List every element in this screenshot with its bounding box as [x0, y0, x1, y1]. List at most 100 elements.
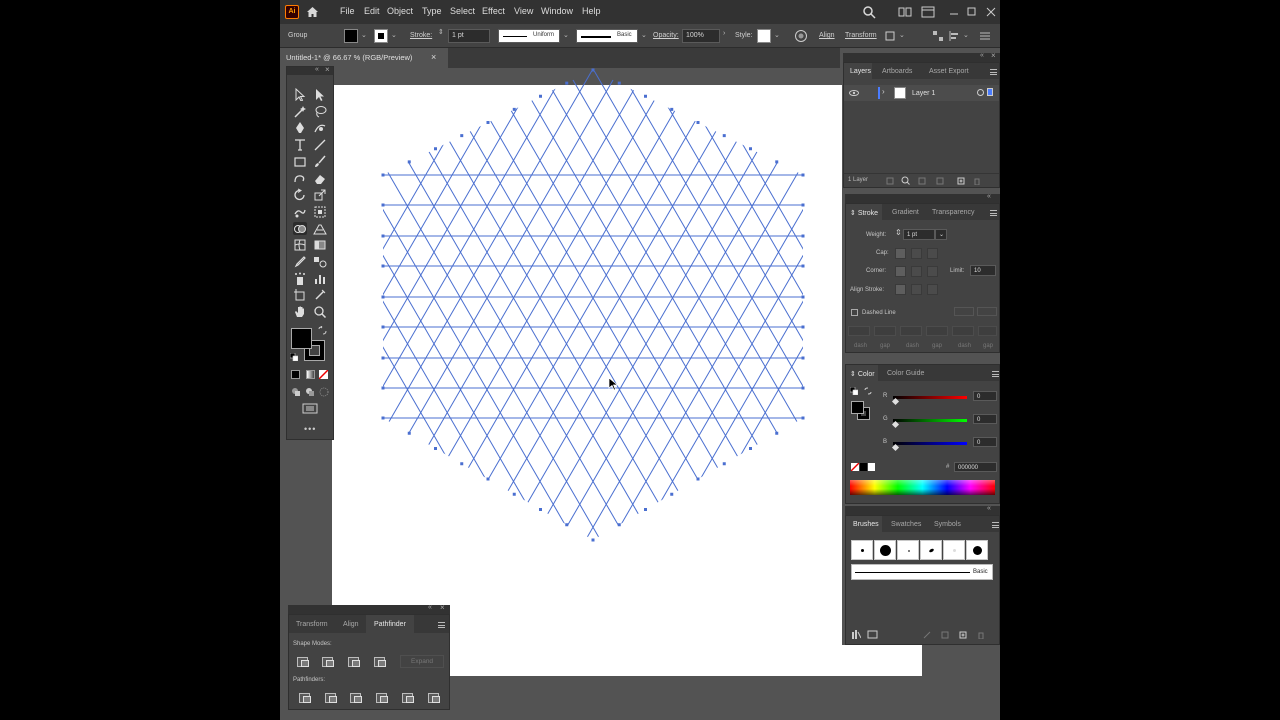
brush-dot-tiny[interactable]: [897, 540, 919, 560]
bevel-join-button[interactable]: [927, 266, 938, 277]
brush-definition[interactable]: Basic: [576, 29, 638, 43]
free-transform-tool-icon[interactable]: [313, 205, 327, 218]
tab-pathfinder[interactable]: Pathfinder: [374, 621, 406, 628]
workspace-icon[interactable]: [921, 5, 935, 19]
selection-tool-icon[interactable]: [293, 87, 307, 102]
tab-gradient[interactable]: Gradient: [892, 209, 919, 216]
target-icon[interactable]: [977, 89, 984, 96]
eraser-tool-icon[interactable]: [313, 172, 327, 185]
menu-effect[interactable]: Effect: [482, 6, 505, 16]
arrange-documents-icon[interactable]: [898, 5, 912, 19]
delete-layer-icon[interactable]: [973, 177, 981, 185]
blue-slider[interactable]: [893, 442, 967, 445]
unite-button[interactable]: [297, 657, 309, 667]
pen-tool-icon[interactable]: [293, 121, 307, 134]
chevron-down-icon[interactable]: ⌄: [391, 31, 397, 39]
tab-align[interactable]: Align: [343, 621, 359, 628]
dashed-line-checkbox[interactable]: [851, 309, 858, 316]
minimize-icon[interactable]: [947, 5, 961, 19]
close-icon[interactable]: [984, 5, 998, 19]
align-outside-button[interactable]: [927, 284, 938, 295]
paintbrush-tool-icon[interactable]: [313, 155, 327, 168]
draw-normal-icon[interactable]: [291, 387, 301, 397]
gradient-tool-icon[interactable]: [313, 238, 327, 251]
panel-menu-icon[interactable]: [990, 69, 997, 75]
panel-dock-header[interactable]: «: [845, 193, 1000, 203]
curvature-tool-icon[interactable]: [313, 121, 327, 134]
minus-back-button[interactable]: [428, 693, 440, 703]
brush-dot-large[interactable]: [874, 540, 896, 560]
stepper-icon[interactable]: ⇕: [438, 28, 444, 36]
menu-select[interactable]: Select: [450, 6, 475, 16]
close-tab-icon[interactable]: ×: [431, 52, 436, 62]
chevron-down-icon[interactable]: ⌄: [641, 31, 647, 39]
green-slider[interactable]: [893, 419, 967, 422]
tab-brushes[interactable]: Brushes: [853, 521, 879, 528]
exclude-button[interactable]: [374, 657, 386, 667]
eyedropper-tool-icon[interactable]: [293, 255, 307, 268]
tab-asset-export[interactable]: Asset Export: [929, 68, 969, 75]
butt-cap-button[interactable]: [895, 248, 906, 259]
lasso-tool-icon[interactable]: [313, 105, 327, 118]
dash-align-button[interactable]: [954, 307, 974, 316]
menu-object[interactable]: Object: [387, 6, 413, 16]
variable-width-profile[interactable]: Uniform: [498, 29, 560, 43]
chevron-down-icon[interactable]: ⌄: [563, 31, 569, 39]
transform-link[interactable]: Transform: [845, 32, 877, 39]
panel-menu-icon[interactable]: [438, 622, 445, 628]
brush-options-icon[interactable]: [941, 631, 949, 639]
red-slider[interactable]: [893, 396, 967, 399]
artboard[interactable]: [332, 85, 842, 676]
brush-libraries-icon[interactable]: [852, 630, 861, 639]
chevron-right-icon[interactable]: ›: [723, 30, 725, 37]
tab-symbols[interactable]: Symbols: [934, 521, 961, 528]
menu-view[interactable]: View: [514, 6, 533, 16]
panel-dock-header[interactable]: «: [845, 505, 1000, 515]
column-graph-tool-icon[interactable]: [313, 272, 327, 285]
trim-button[interactable]: [325, 693, 337, 703]
blend-tool-icon[interactable]: [313, 255, 327, 268]
tab-color-guide[interactable]: Color Guide: [887, 370, 924, 377]
toolbar-grip[interactable]: « ×: [287, 65, 333, 75]
stroke-weight-field[interactable]: 1 pt: [448, 29, 490, 43]
symbol-sprayer-tool-icon[interactable]: [293, 272, 307, 285]
chevron-down-icon[interactable]: ⌄: [774, 31, 780, 39]
chevron-right-icon[interactable]: ›: [882, 87, 885, 96]
rectangle-tool-icon[interactable]: [293, 155, 307, 168]
direct-selection-tool-icon[interactable]: [313, 88, 327, 101]
blue-value-input[interactable]: 0: [973, 437, 997, 447]
selection-indicator[interactable]: [987, 88, 993, 96]
slice-tool-icon[interactable]: [313, 288, 327, 301]
basic-brush-row[interactable]: Basic: [851, 564, 993, 580]
visibility-eye-icon[interactable]: [849, 90, 859, 96]
expand-button[interactable]: Expand: [400, 655, 444, 668]
scale-tool-icon[interactable]: [313, 188, 327, 201]
mesh-tool-icon[interactable]: [293, 238, 307, 251]
new-sublayer-icon[interactable]: [936, 177, 944, 185]
opacity-field[interactable]: 100%: [682, 29, 720, 43]
delete-brush-icon[interactable]: [977, 631, 985, 639]
opacity-label[interactable]: Opacity:: [653, 32, 679, 39]
merge-button[interactable]: [350, 693, 362, 703]
home-icon[interactable]: [306, 6, 319, 18]
graphic-style-swatch[interactable]: [757, 29, 771, 43]
intersect-button[interactable]: [348, 657, 360, 667]
gap-input[interactable]: [926, 326, 948, 336]
brush-dot-faint[interactable]: [943, 540, 965, 560]
stepper-icon[interactable]: ⇕: [895, 228, 902, 237]
perspective-grid-tool-icon[interactable]: [313, 222, 327, 235]
recolor-artwork-icon[interactable]: [794, 29, 808, 43]
stroke-color-swatch[interactable]: [374, 29, 388, 43]
zoom-tool-icon[interactable]: [313, 305, 327, 319]
none-color-icon[interactable]: [851, 463, 859, 471]
chevron-down-icon[interactable]: ⌄: [361, 31, 367, 39]
edit-toolbar-icon[interactable]: •••: [304, 424, 316, 434]
black-swatch[interactable]: [860, 463, 867, 471]
tab-transform[interactable]: Transform: [296, 621, 328, 628]
gap-input[interactable]: [978, 326, 997, 336]
align-link[interactable]: Align: [819, 32, 835, 39]
brush-dot-medium[interactable]: [966, 540, 988, 560]
dash-input[interactable]: [952, 326, 974, 336]
menu-edit[interactable]: Edit: [364, 6, 380, 16]
libraries-panel-icon[interactable]: [867, 630, 879, 639]
